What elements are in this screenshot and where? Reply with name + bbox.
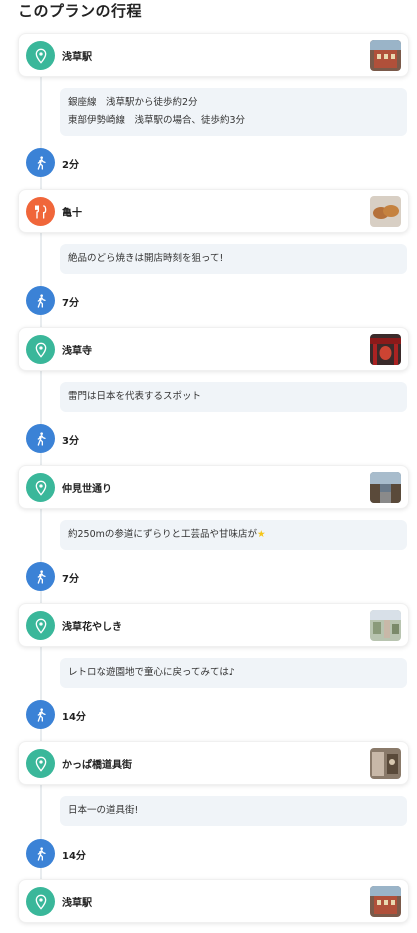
station-photo bbox=[370, 886, 401, 917]
stop-note: 約250mの参道にずらりと工芸品や甘味店が★ bbox=[60, 520, 407, 550]
stop-note-line: 東部伊勢崎線 浅草駅の場合、徒歩約3分 bbox=[68, 115, 246, 126]
stop-card[interactable]: 亀十 bbox=[18, 189, 409, 233]
station-photo bbox=[370, 40, 401, 71]
stop-note: 絶品のどら焼きは開店時刻を狙って! bbox=[60, 244, 407, 274]
tool-street-photo bbox=[370, 748, 401, 779]
stop-name: 亀十 bbox=[62, 208, 82, 219]
map-pin-icon bbox=[26, 611, 55, 640]
walking-person-icon bbox=[26, 286, 55, 315]
stop-note-line: 銀座線 浅草駅から徒歩約2分 bbox=[68, 97, 198, 108]
star-icon: ★ bbox=[256, 529, 266, 540]
map-pin-icon bbox=[26, 41, 55, 70]
stop-card[interactable]: かっぱ橋道具街 bbox=[18, 741, 409, 785]
dorayaki-photo bbox=[370, 196, 401, 227]
stop-note-line: 日本一の道具街! bbox=[68, 805, 139, 816]
stop-name: 仲見世通り bbox=[62, 484, 112, 495]
temple-photo bbox=[370, 334, 401, 365]
map-pin-icon bbox=[26, 749, 55, 778]
stop-note-line: 雷門は日本を代表するスポット bbox=[68, 391, 202, 402]
walk-duration: 3分 bbox=[62, 436, 79, 447]
page-title: このプランの行程 bbox=[18, 2, 143, 20]
street-photo bbox=[370, 472, 401, 503]
stop-name: 浅草駅 bbox=[62, 898, 92, 909]
stop-note: レトロな遊園地で童心に戻ってみては♪ bbox=[60, 658, 407, 688]
walk-duration: 14分 bbox=[62, 712, 86, 723]
walking-person-icon bbox=[26, 424, 55, 453]
amusement-park-photo bbox=[370, 610, 401, 641]
walk-duration: 7分 bbox=[62, 298, 79, 309]
stop-card[interactable]: 浅草駅 bbox=[18, 879, 409, 923]
stop-card[interactable]: 仲見世通り bbox=[18, 465, 409, 509]
stop-note-line: レトロな遊園地で童心に戻ってみては♪ bbox=[68, 667, 235, 678]
stop-card[interactable]: 浅草花やしき bbox=[18, 603, 409, 647]
walking-person-icon bbox=[26, 148, 55, 177]
stop-note: 銀座線 浅草駅から徒歩約2分 東部伊勢崎線 浅草駅の場合、徒歩約3分 bbox=[60, 88, 407, 136]
stop-note-line: 絶品のどら焼きは開店時刻を狙って! bbox=[68, 253, 224, 264]
stop-name: 浅草寺 bbox=[62, 346, 92, 357]
fork-knife-icon bbox=[26, 197, 55, 226]
stop-note: 雷門は日本を代表するスポット bbox=[60, 382, 407, 412]
stop-name: 浅草駅 bbox=[62, 52, 92, 63]
stop-note: 日本一の道具街! bbox=[60, 796, 407, 826]
stop-note-line: 約250mの参道にずらりと工芸品や甘味店が bbox=[68, 529, 257, 540]
map-pin-icon bbox=[26, 887, 55, 916]
stop-name: かっぱ橋道具街 bbox=[62, 760, 132, 771]
walk-duration: 14分 bbox=[62, 851, 86, 862]
map-pin-icon bbox=[26, 335, 55, 364]
stop-card[interactable]: 浅草寺 bbox=[18, 327, 409, 371]
walking-person-icon bbox=[26, 700, 55, 729]
stop-card[interactable]: 浅草駅 bbox=[18, 33, 409, 77]
stop-name: 浅草花やしき bbox=[62, 622, 122, 633]
walking-person-icon bbox=[26, 562, 55, 591]
walk-duration: 7分 bbox=[62, 574, 79, 585]
map-pin-icon bbox=[26, 473, 55, 502]
walking-person-icon bbox=[26, 839, 55, 868]
walk-duration: 2分 bbox=[62, 160, 79, 171]
